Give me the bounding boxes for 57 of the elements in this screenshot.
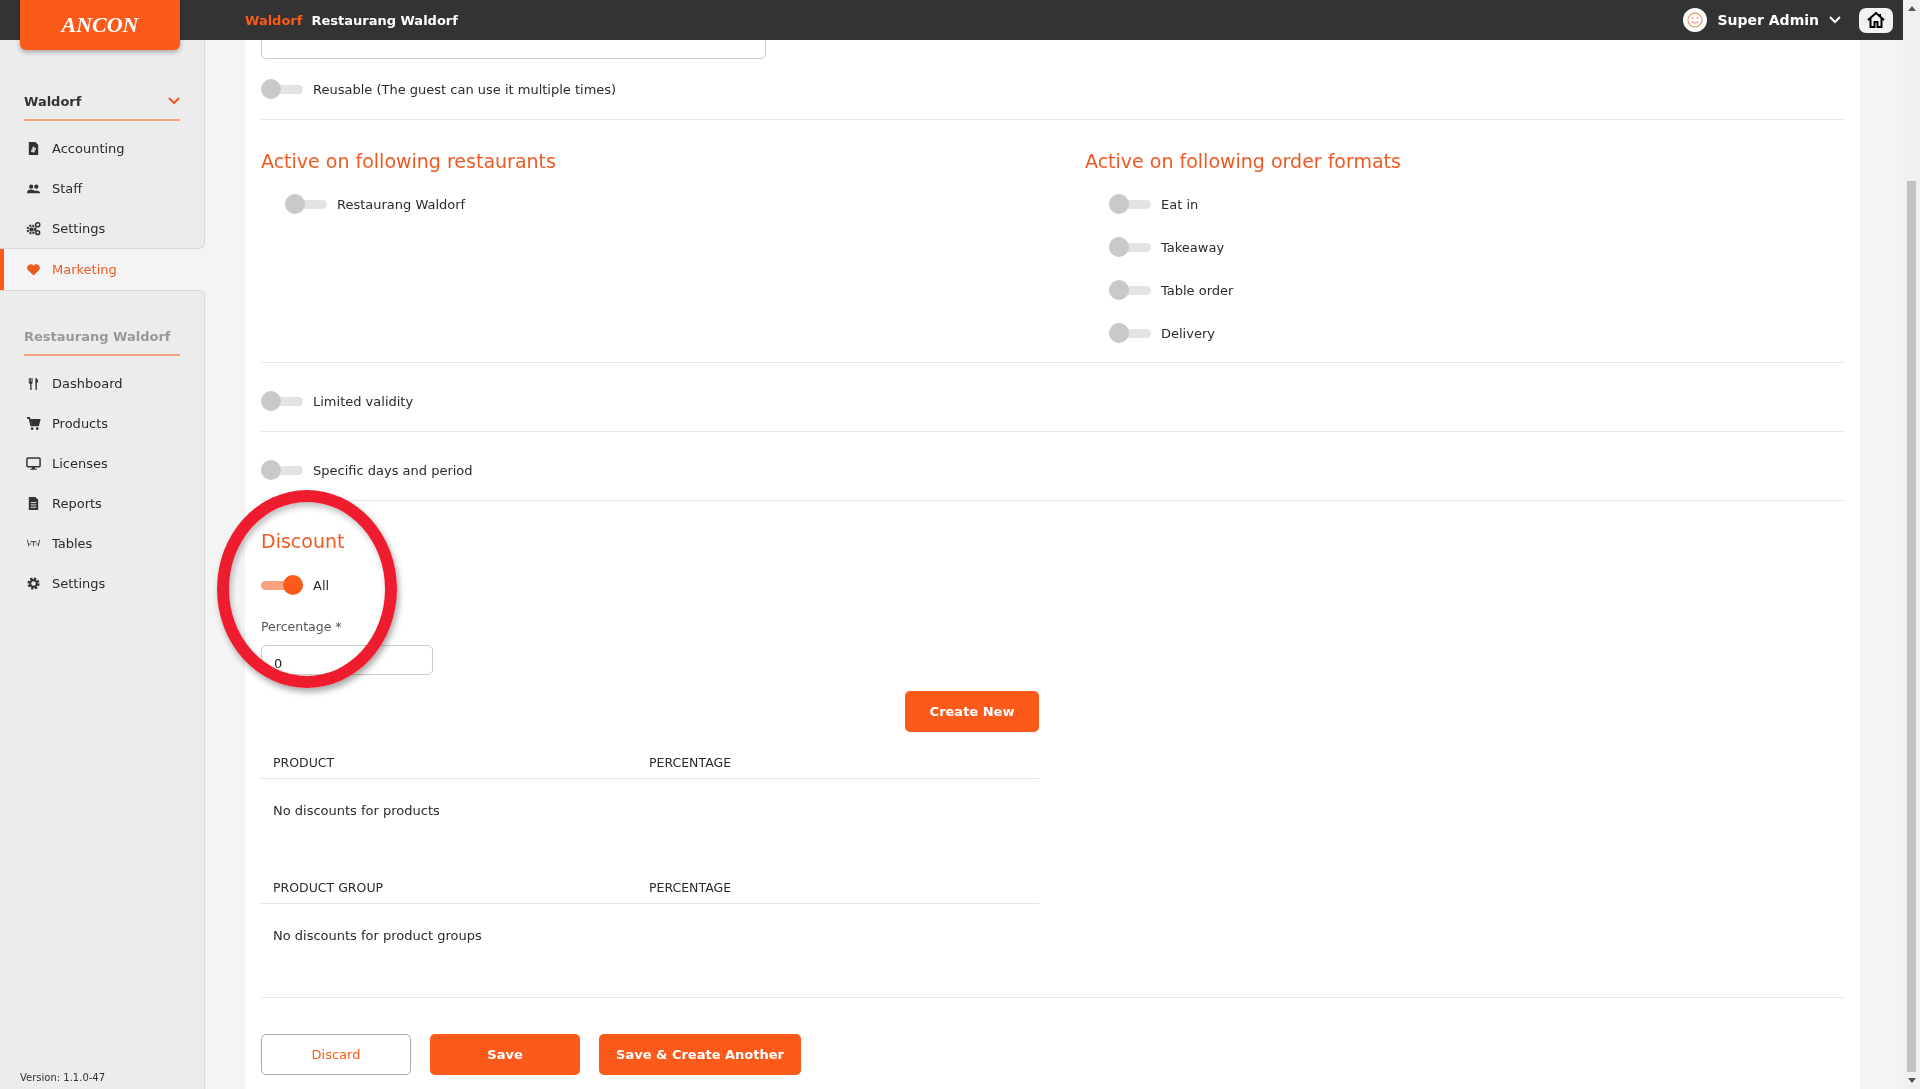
- column-header: PRODUCT GROUP: [273, 879, 385, 897]
- toggle-label: Limited validity: [313, 393, 414, 409]
- user-menu[interactable]: Super Admin: [1717, 12, 1819, 28]
- toggle-switch[interactable]: [261, 79, 303, 99]
- text-field[interactable]: [261, 40, 766, 59]
- toggle-label: Specific days and period: [313, 462, 473, 478]
- column-header: PRODUCT: [273, 754, 336, 772]
- scroll-up-icon[interactable]: [1907, 6, 1916, 11]
- toggle-label: Delivery: [1161, 325, 1215, 341]
- toggle-switch[interactable]: [261, 575, 303, 595]
- toggle-label: Takeaway: [1161, 239, 1225, 255]
- sidebar-item[interactable]: Dashboard: [0, 363, 204, 403]
- dollar-document-icon: [26, 140, 41, 156]
- sidebar-item[interactable]: Products: [0, 403, 204, 443]
- empty-message: No discounts for product groups: [272, 927, 483, 945]
- group-title: Restaurang Waldorf: [24, 328, 171, 344]
- monitor-icon: [26, 455, 41, 471]
- smiley-avatar-icon[interactable]: [1683, 8, 1708, 32]
- breadcrumb-link[interactable]: Restaurang Waldorf: [311, 12, 458, 28]
- column-header: PERCENTAGE: [649, 754, 733, 772]
- version-text: Version: 1.1.0-47: [19, 1072, 107, 1085]
- sidebar-item[interactable]: Reports: [0, 483, 204, 523]
- sidebar-item[interactable]: Staff: [0, 168, 204, 208]
- column-header: PERCENTAGE: [649, 879, 733, 897]
- field-label: Percentage *: [261, 619, 343, 635]
- toggle-label: All: [313, 577, 330, 593]
- empty-message: No discounts for products: [272, 802, 441, 820]
- section-heading: Active on following order formats: [1085, 149, 1402, 174]
- sidebar-item[interactable]: Accounting: [0, 128, 204, 168]
- toggle-switch[interactable]: [285, 194, 327, 214]
- cutlery-icon: [26, 375, 41, 391]
- heart-icon: [26, 262, 41, 277]
- cart-icon: [26, 415, 41, 431]
- home-icon: [1866, 11, 1886, 29]
- sidebar-item[interactable]: Tables: [0, 523, 204, 563]
- scroll-down-icon[interactable]: [1907, 1078, 1916, 1083]
- sidebar-item[interactable]: Settings: [0, 208, 204, 248]
- home-button[interactable]: [1859, 7, 1893, 33]
- toggle-switch[interactable]: [1109, 237, 1151, 257]
- toggle-label: Table order: [1161, 282, 1234, 298]
- toggle-switch[interactable]: [261, 391, 303, 411]
- toggle-switch[interactable]: [1109, 280, 1151, 300]
- section-heading: Discount: [261, 529, 346, 554]
- sidebar-item[interactable]: Licenses: [0, 443, 204, 483]
- section-heading: Active on following restaurants: [261, 149, 557, 174]
- toggle-label: Reusable (The guest can use it multiple times): [313, 81, 617, 97]
- toggle-switch[interactable]: [1109, 323, 1151, 343]
- breadcrumb-link[interactable]: Waldorf: [245, 12, 303, 28]
- toggle-label: Eat in: [1161, 196, 1199, 212]
- document-icon: [26, 495, 41, 511]
- sidebar-item[interactable]: Settings: [0, 563, 204, 603]
- gears-icon: [26, 220, 41, 236]
- toggle-switch[interactable]: [1109, 194, 1151, 214]
- group-title[interactable]: Waldorf: [24, 93, 82, 109]
- settings-icon: [26, 575, 41, 591]
- toggle-switch[interactable]: [261, 460, 303, 480]
- toggle-label: Restaurang Waldorf: [337, 196, 466, 212]
